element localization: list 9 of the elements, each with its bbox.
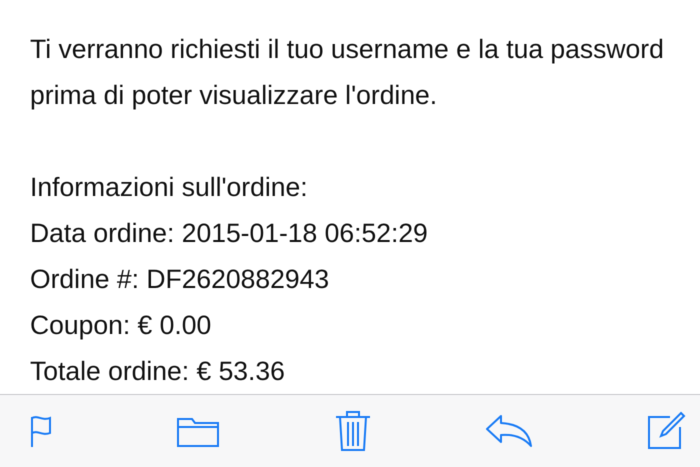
- order-detail: Data ordine: 2015-01-18 06:52:29: [30, 217, 429, 250]
- order-detail: Informazioni sull'ordine:: [30, 171, 309, 204]
- order-detail: Coupon: € 0.00: [30, 309, 212, 342]
- compose-icon[interactable]: [646, 411, 686, 451]
- trash-icon[interactable]: [334, 410, 372, 452]
- message-paragraph: Ti verranno richiesti il tuo username e la tua password prima di poter visualizzare l'ordine.: [30, 33, 665, 112]
- order-detail: Ordine #: DF2620882943: [30, 263, 330, 296]
- reply-icon[interactable]: [484, 414, 533, 448]
- order-detail: Totale ordine: € 53.36: [30, 355, 286, 388]
